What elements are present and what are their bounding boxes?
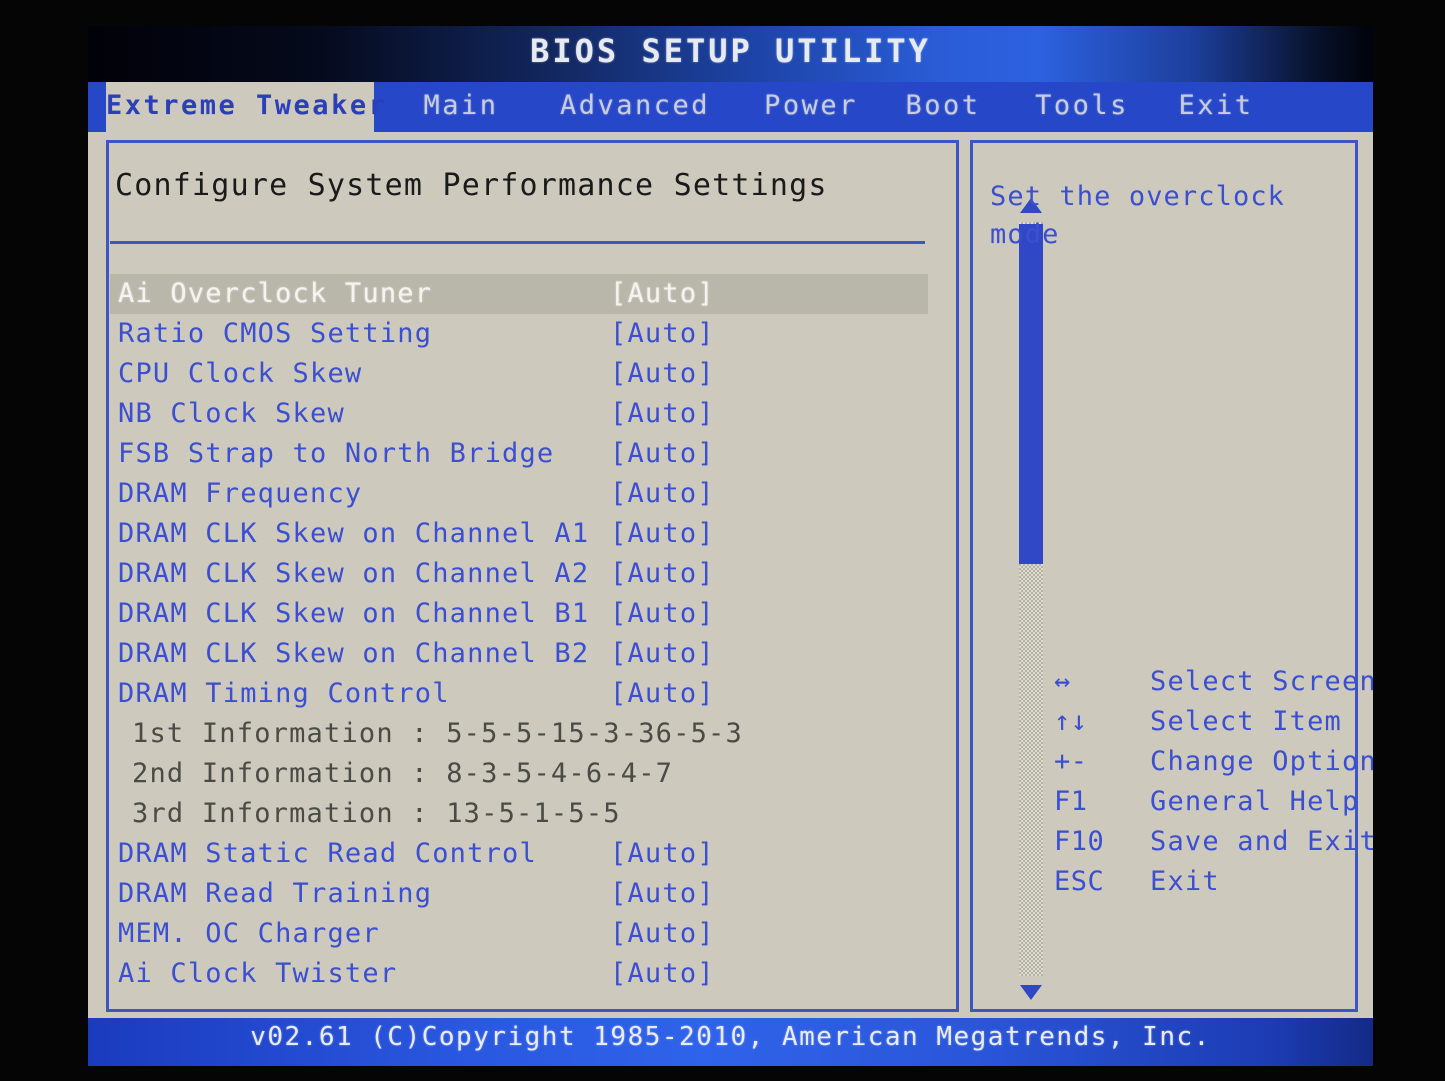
setting-value[interactable]: [Auto] xyxy=(610,634,715,674)
tab-label: Extreme Tweaker xyxy=(106,90,388,121)
setting-value[interactable]: [Auto] xyxy=(610,514,715,554)
key-description: General Help xyxy=(1150,786,1360,817)
setting-label: DRAM CLK Skew on Channel B2 xyxy=(118,638,590,669)
monitor-bezel: BIOS SETUP UTILITY Extreme Tweaker Main Ad… xyxy=(0,0,1445,1081)
scrollbar-thumb[interactable] xyxy=(1019,224,1043,564)
tab-label: Main xyxy=(423,90,499,121)
tab-label: Exit xyxy=(1178,90,1254,121)
setting-row[interactable]: Ai Clock Twister [Auto] xyxy=(110,954,928,994)
key-description: Change Option xyxy=(1150,746,1373,777)
heading-divider xyxy=(110,241,925,244)
setting-row[interactable]: DRAM CLK Skew on Channel A1 [Auto] xyxy=(110,514,928,554)
key-legend-row: F10 Save and Exit xyxy=(982,822,1373,862)
setting-label: Ratio CMOS Setting xyxy=(118,318,433,349)
tab-tools[interactable]: Tools xyxy=(1022,82,1142,132)
setting-value[interactable]: [Auto] xyxy=(610,834,715,874)
setting-label: DRAM Static Read Control xyxy=(118,838,537,869)
scroll-down-arrow-icon[interactable] xyxy=(1020,985,1042,1000)
setting-label: DRAM Timing Control xyxy=(118,678,450,709)
setting-label: FSB Strap to North Bridge xyxy=(118,438,555,469)
setting-value[interactable]: [Auto] xyxy=(610,554,715,594)
setting-value[interactable]: [Auto] xyxy=(610,274,715,314)
setting-value[interactable]: [Auto] xyxy=(610,914,715,954)
section-heading: Configure System Performance Settings xyxy=(115,168,828,203)
setting-row[interactable]: MEM. OC Charger [Auto] xyxy=(110,914,928,954)
copyright-text: v02.61 (C)Copyright 1985-2010, American … xyxy=(250,1022,1211,1052)
info-row: 3rd Information : 13-5-1-5-5 xyxy=(110,794,928,834)
key-glyph: F1 xyxy=(1054,786,1088,817)
key-legend: ↔ Select Screen ↑↓ Select Item +- Change Opti… xyxy=(982,662,1373,902)
setting-value[interactable]: [Auto] xyxy=(610,674,715,714)
key-legend-row: F1 General Help xyxy=(982,782,1362,822)
setting-value[interactable]: [Auto] xyxy=(610,354,715,394)
bios-screen: BIOS SETUP UTILITY Extreme Tweaker Main Ad… xyxy=(88,26,1373,1066)
key-legend-row: ↔ Select Screen xyxy=(982,662,1373,702)
info-row: 1st Information : 5-5-5-15-3-36-5-3 xyxy=(110,714,928,754)
setting-row[interactable]: Ratio CMOS Setting [Auto] xyxy=(110,314,928,354)
setting-label: DRAM CLK Skew on Channel A2 xyxy=(118,558,590,589)
setting-label: 1st Information : 5-5-5-15-3-36-5-3 xyxy=(132,718,743,749)
setting-label: DRAM Read Training xyxy=(118,878,433,909)
settings-list[interactable]: Ai Overclock Tuner [Auto] Ratio CMOS Setti… xyxy=(110,274,928,994)
tab-advanced[interactable]: Advanced xyxy=(540,82,730,132)
setting-row[interactable]: DRAM CLK Skew on Channel B1 [Auto] xyxy=(110,594,928,634)
key-description: Exit xyxy=(1150,866,1220,897)
setting-value[interactable]: [Auto] xyxy=(610,874,715,914)
key-description: Save and Exit xyxy=(1150,826,1373,857)
tab-main[interactable]: Main xyxy=(406,82,516,132)
setting-value[interactable]: [Auto] xyxy=(610,434,715,474)
setting-row[interactable]: DRAM Static Read Control [Auto] xyxy=(110,834,928,874)
key-legend-row: ESC Exit xyxy=(982,862,1362,902)
setting-value[interactable]: [Auto] xyxy=(610,394,715,434)
tab-power[interactable]: Power xyxy=(744,82,878,132)
setting-row[interactable]: Ai Overclock Tuner [Auto] xyxy=(110,274,928,314)
key-legend-row: ↑↓ Select Item xyxy=(982,702,1362,742)
setting-label: DRAM Frequency xyxy=(118,478,363,509)
title-bar: BIOS SETUP UTILITY xyxy=(88,26,1373,82)
setting-row[interactable]: DRAM Timing Control [Auto] xyxy=(110,674,928,714)
setting-label: Ai Overclock Tuner xyxy=(118,278,433,309)
key-glyph: +- xyxy=(1054,746,1088,777)
setting-row[interactable]: DRAM CLK Skew on Channel B2 [Auto] xyxy=(110,634,928,674)
tab-label: Boot xyxy=(905,90,981,121)
key-legend-row: +- Change Option xyxy=(982,742,1373,782)
setting-row[interactable]: DRAM CLK Skew on Channel A2 [Auto] xyxy=(110,554,928,594)
setting-row[interactable]: DRAM Frequency [Auto] xyxy=(110,474,928,514)
tab-boot[interactable]: Boot xyxy=(888,82,998,132)
setting-label: DRAM CLK Skew on Channel A1 xyxy=(118,518,590,549)
tab-label: Advanced xyxy=(559,90,711,121)
page-title: BIOS SETUP UTILITY xyxy=(530,32,931,70)
tab-label: Power xyxy=(764,90,858,121)
setting-label: DRAM CLK Skew on Channel B1 xyxy=(118,598,590,629)
setting-value[interactable]: [Auto] xyxy=(610,594,715,634)
setting-label: NB Clock Skew xyxy=(118,398,345,429)
key-description: Select Screen xyxy=(1150,666,1373,697)
setting-row[interactable]: DRAM Read Training [Auto] xyxy=(110,874,928,914)
help-description: Set the overclock mode xyxy=(990,181,1286,250)
setting-label: CPU Clock Skew xyxy=(118,358,363,389)
setting-value[interactable]: [Auto] xyxy=(610,954,715,994)
setting-label: 3rd Information : 13-5-1-5-5 xyxy=(132,798,621,829)
key-glyph: F10 xyxy=(1054,826,1105,857)
footer-bar: v02.61 (C)Copyright 1985-2010, American … xyxy=(88,1018,1373,1066)
tab-extreme-tweaker[interactable]: Extreme Tweaker xyxy=(106,82,385,132)
tab-label: Tools xyxy=(1035,90,1129,121)
setting-label: MEM. OC Charger xyxy=(118,918,380,949)
setting-row[interactable]: FSB Strap to North Bridge [Auto] xyxy=(110,434,928,474)
tab-bar[interactable]: Extreme Tweaker Main Advanced Power Boot Tool… xyxy=(88,82,1373,132)
setting-label: Ai Clock Twister xyxy=(118,958,398,989)
key-glyph: ↑↓ xyxy=(1054,706,1088,737)
key-glyph: ↔ xyxy=(1054,666,1071,697)
setting-label: 2nd Information : 8-3-5-4-6-4-7 xyxy=(132,758,674,789)
key-glyph: ESC xyxy=(1054,866,1105,897)
info-row: 2nd Information : 8-3-5-4-6-4-7 xyxy=(110,754,928,794)
tab-exit[interactable]: Exit xyxy=(1168,82,1264,132)
setting-row[interactable]: NB Clock Skew [Auto] xyxy=(110,394,928,434)
setting-row[interactable]: CPU Clock Skew [Auto] xyxy=(110,354,928,394)
setting-value[interactable]: [Auto] xyxy=(610,314,715,354)
setting-value[interactable]: [Auto] xyxy=(610,474,715,514)
panel-divider xyxy=(956,140,959,1012)
key-description: Select Item xyxy=(1150,706,1343,737)
